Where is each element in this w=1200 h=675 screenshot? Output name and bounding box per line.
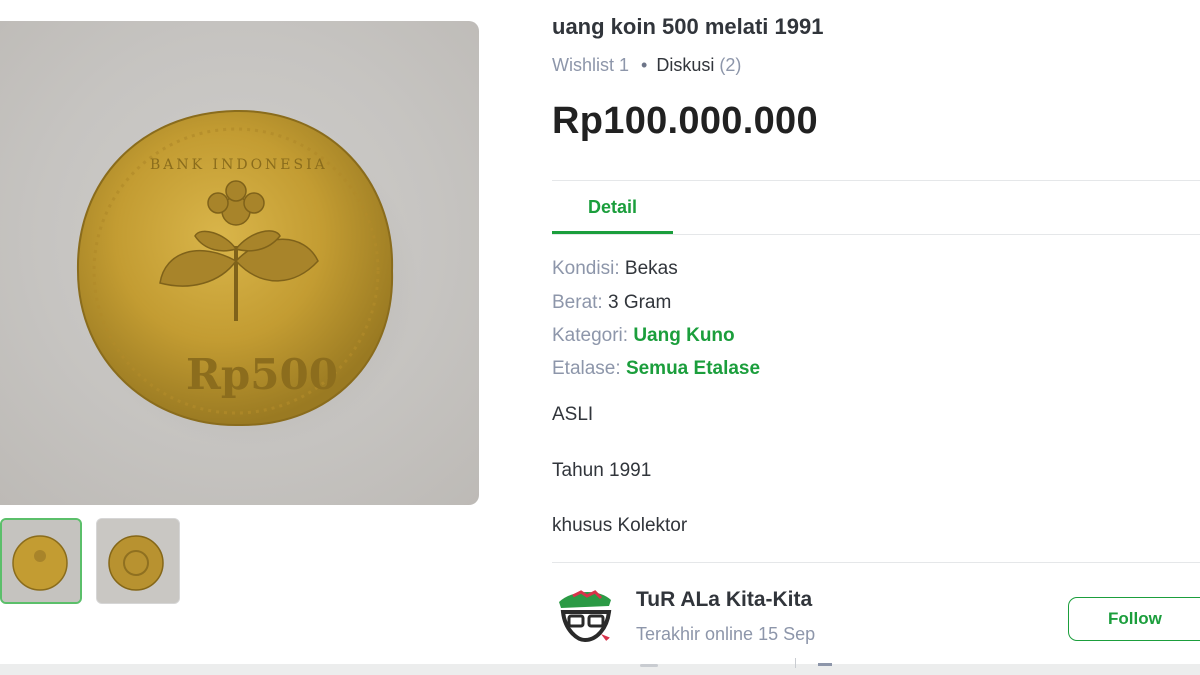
diskusi-label: Diskusi xyxy=(656,55,715,75)
spec-kategori: Kategori: Uang Kuno xyxy=(552,325,735,347)
wishlist-count[interactable]: Wishlist 1 xyxy=(552,55,629,75)
shop-logo-icon[interactable] xyxy=(551,582,619,648)
cutoff-fragment xyxy=(640,664,658,667)
coin-denomination: Rp500 xyxy=(186,350,338,399)
spec-kondisi-key: Kondisi: xyxy=(552,258,620,279)
spec-etalase-key: Etalase: xyxy=(552,358,621,379)
thumbnail-1[interactable] xyxy=(0,518,82,604)
spec-berat-value: 3 Gram xyxy=(607,292,672,313)
spec-etalase: Etalase: Semua Etalase xyxy=(552,358,760,380)
spec-kondisi: Kondisi: Bekas xyxy=(552,258,678,280)
shop-last-online: Terakhir online 15 Sep xyxy=(636,624,816,644)
kategori-link[interactable]: Uang Kuno xyxy=(633,325,734,346)
spec-kategori-key: Kategori: xyxy=(552,325,629,346)
tabs-divider-bottom xyxy=(552,234,1200,235)
product-price: Rp100.000.000 xyxy=(552,100,818,142)
svg-text:BANK INDONESIA: BANK INDONESIA xyxy=(150,157,328,173)
coin-photo: BANK INDONESIA Rp500 xyxy=(76,109,418,448)
cutoff-fragment xyxy=(818,663,832,666)
main-product-image[interactable]: BANK INDONESIA Rp500 xyxy=(0,21,479,505)
spec-berat: Berat: 3 Gram xyxy=(552,292,671,314)
diskusi-count: (2) xyxy=(719,55,742,75)
tabs-divider-top xyxy=(552,180,1200,181)
thumbnail-2[interactable] xyxy=(96,518,180,604)
product-title: uang koin 500 melati 1991 xyxy=(552,14,824,39)
spec-kondisi-value: Bekas xyxy=(624,258,678,279)
description-line: ASLI xyxy=(552,404,594,425)
product-page: BANK INDONESIA Rp500 uang koin 500 melat… xyxy=(0,0,1200,675)
spec-berat-key: Berat: xyxy=(552,292,603,313)
product-meta: Wishlist 1 • Diskusi (2) xyxy=(552,55,741,76)
cutoff-divider xyxy=(795,658,796,668)
description-line: khusus Kolektor xyxy=(552,515,688,536)
etalase-link[interactable]: Semua Etalase xyxy=(626,358,760,379)
shop-divider xyxy=(552,562,1200,563)
bottom-bar xyxy=(0,664,1200,675)
follow-button[interactable]: Follow xyxy=(1068,597,1200,641)
diskusi-link[interactable]: Diskusi (2) xyxy=(656,55,741,75)
shop-name[interactable]: TuR ALa Kita-Kita xyxy=(636,588,812,612)
tab-detail[interactable]: Detail xyxy=(552,183,673,234)
meta-separator: • xyxy=(641,55,648,75)
description-line: Tahun 1991 xyxy=(552,460,652,481)
